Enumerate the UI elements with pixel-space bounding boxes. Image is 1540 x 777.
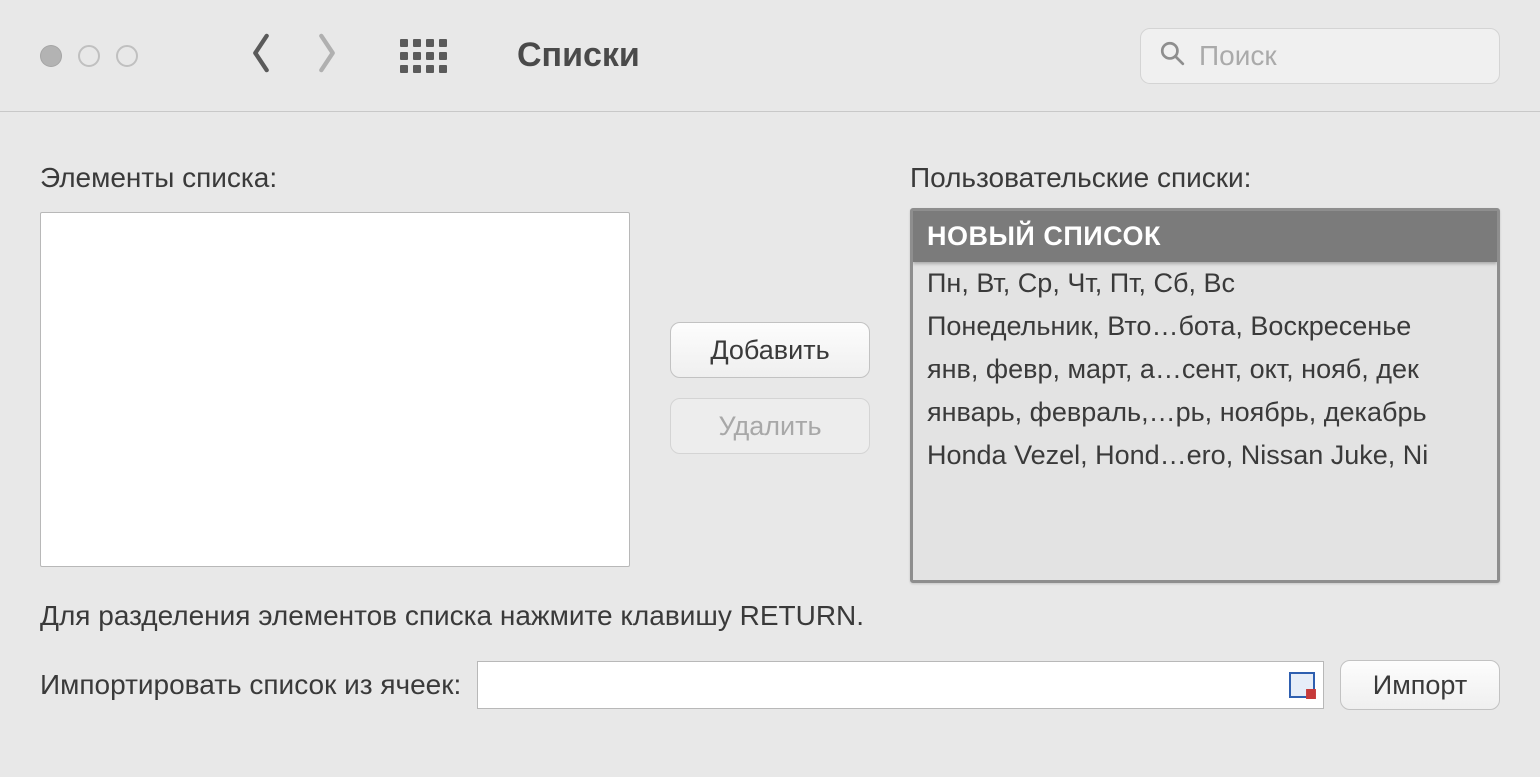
- custom-lists-box[interactable]: НОВЫЙ СПИСОКПн, Вт, Ср, Чт, Пт, Сб, ВсПо…: [910, 208, 1500, 583]
- window-maximize-button[interactable]: [116, 45, 138, 67]
- show-all-icon[interactable]: [400, 39, 447, 73]
- list-item[interactable]: Пн, Вт, Ср, Чт, Пт, Сб, Вс: [913, 262, 1497, 305]
- import-range-input[interactable]: [477, 661, 1324, 709]
- toolbar: Списки: [0, 0, 1540, 112]
- delete-button: Удалить: [670, 398, 870, 454]
- list-item[interactable]: янв, февр, март, а…сент, окт, нояб, дек: [913, 348, 1497, 391]
- search-field[interactable]: [1140, 28, 1500, 84]
- list-elements-textarea[interactable]: [40, 212, 630, 567]
- import-button[interactable]: Импорт: [1340, 660, 1500, 710]
- action-buttons: Добавить Удалить: [670, 322, 880, 454]
- search-icon: [1159, 40, 1185, 71]
- list-item[interactable]: Понедельник, Вто…бота, Воскресенье: [913, 305, 1497, 348]
- elements-label: Элементы списка:: [40, 162, 640, 194]
- cell-picker-icon[interactable]: [1289, 672, 1315, 698]
- list-item[interactable]: январь, февраль,…рь, ноябрь, декабрь: [913, 391, 1497, 434]
- window-controls: [40, 45, 138, 67]
- hint-text: Для разделения элементов списка нажмите …: [40, 600, 1500, 632]
- search-input[interactable]: [1199, 40, 1481, 72]
- window-close-button[interactable]: [40, 45, 62, 67]
- forward-button[interactable]: [314, 33, 340, 78]
- back-button[interactable]: [248, 33, 274, 78]
- nav-group: Списки: [248, 33, 640, 78]
- window-minimize-button[interactable]: [78, 45, 100, 67]
- import-row: Импортировать список из ячеек: Импорт: [40, 660, 1500, 710]
- list-item[interactable]: Honda Vezel, Hond…ero, Nissan Juke, Ni: [913, 434, 1497, 477]
- list-item[interactable]: НОВЫЙ СПИСОК: [913, 211, 1497, 262]
- import-label: Импортировать список из ячеек:: [40, 669, 461, 701]
- content-area: Элементы списка: Пользовательские списки…: [0, 112, 1540, 740]
- add-button[interactable]: Добавить: [670, 322, 870, 378]
- window-title: Списки: [517, 36, 640, 75]
- custom-lists-label: Пользовательские списки:: [910, 162, 1500, 194]
